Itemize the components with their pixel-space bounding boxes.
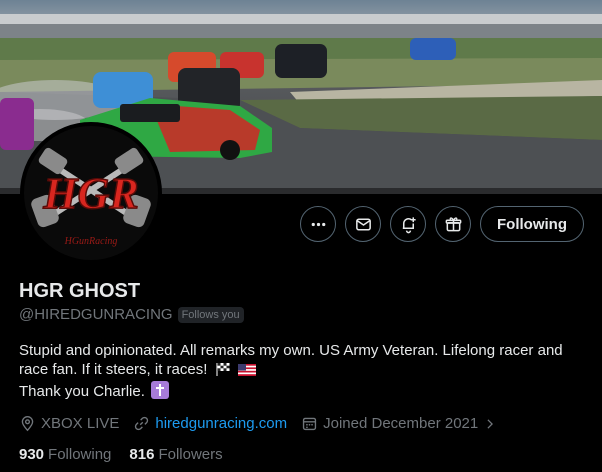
avatar-tagline: HGunRacing [64,236,118,247]
notifications-button[interactable] [390,206,427,242]
bio-line-1: Stupid and opinionated. All remarks my o… [19,341,586,381]
follows-you-badge: Follows you [177,306,244,323]
followers-stat[interactable]: 816 Followers [129,446,222,463]
hgr-logo-image: HGR HGunRacing [24,126,158,260]
following-button[interactable]: Following [480,206,584,242]
calendar-icon [302,417,317,431]
bio: Stupid and opinionated. All remarks my o… [19,341,586,401]
gift-button[interactable] [435,206,472,242]
latin-cross-icon [151,381,170,399]
bio-line-2: Thank you Charlie. [19,381,586,401]
gift-icon [445,216,461,231]
location-text: XBOX LIVE [41,415,120,432]
bio-text: Stupid and opinionated. All remarks my o… [19,342,563,378]
profile-actions: Following [300,206,584,242]
link-icon [135,416,149,431]
following-label: Following [48,446,112,463]
location-pin-icon [21,416,34,432]
following-stat[interactable]: 930 Following [19,446,111,463]
follow-stats: 930 Following 816 Followers [19,446,586,463]
more-button[interactable] [300,206,337,242]
username-handle: @HIREDGUNRACING [19,306,173,323]
envelope-icon [355,218,371,230]
handle-row: @HIREDGUNRACING Follows you [19,306,586,323]
more-icon [311,222,325,226]
us-flag-icon [237,362,256,381]
website-link[interactable]: hiredgunracing.com [155,415,287,432]
location: XBOX LIVE [19,415,119,432]
message-button[interactable] [345,206,382,242]
avatar-monogram: HGR [42,169,138,218]
bio-text-2: Thank you Charlie. [19,383,145,400]
avatar[interactable]: HGR HGunRacing [20,122,162,264]
checkered-flag-icon [215,362,231,381]
profile-meta: XBOX LIVE hiredgunracing.com Joined Dece… [19,415,586,432]
following-count: 930 [19,446,45,463]
followers-label: Followers [158,446,223,463]
profile-info: HGR GHOST @HIREDGUNRACING Follows you St… [19,279,586,463]
followers-count: 816 [129,446,155,463]
bell-plus-icon [402,216,416,233]
website[interactable]: hiredgunracing.com [133,415,287,432]
chevron-right-icon [487,418,494,429]
display-name: HGR GHOST [19,280,141,302]
joined-text: Joined December 2021 [323,415,479,432]
joined-date[interactable]: Joined December 2021 [301,415,497,432]
